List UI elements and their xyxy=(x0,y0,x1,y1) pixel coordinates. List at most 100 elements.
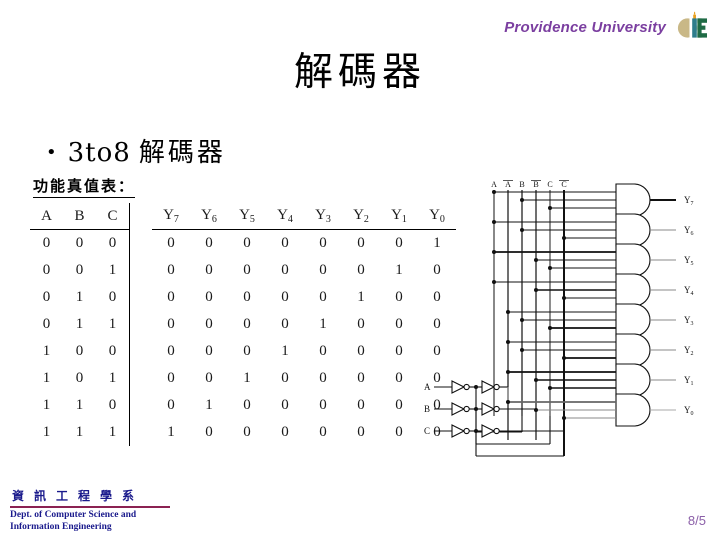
cell-output-y5-row0: 0 xyxy=(243,235,251,251)
table-header-y6: Y6 xyxy=(190,203,228,230)
university-name: Providence University xyxy=(504,18,666,36)
cell-gap xyxy=(130,284,153,311)
cell-output-y4-row0: 0 xyxy=(281,235,289,251)
cell-output-y7-row3: 0 xyxy=(167,316,175,332)
cell-output-y3-row4: 0 xyxy=(319,343,327,359)
cell-output-y5-row2: 0 xyxy=(243,289,251,305)
table-header-b: B xyxy=(63,203,96,230)
cell-output-y2-row7: 0 xyxy=(357,424,365,440)
cell-output-y7-row6: 0 xyxy=(167,397,175,413)
bullet-item: • 3to8 解碼器 xyxy=(46,132,226,169)
rail-label-c: C xyxy=(547,180,552,189)
cell-output-y1-row1: 1 xyxy=(395,262,403,278)
table-header-row: A B C Y7 Y6 Y5 Y4 Y3 Y2 Y1 Y0 xyxy=(30,203,456,230)
table-row: 11110000000 xyxy=(30,419,456,446)
table-row: 00000000001 xyxy=(30,229,456,258)
cell-output-y3-row1: 0 xyxy=(319,262,327,278)
cell-input-c-row7: 1 xyxy=(96,419,130,446)
cell-output-y2-row0: 0 xyxy=(357,235,365,251)
slide-header: Providence University xyxy=(504,10,712,44)
cell-input-c-row5: 1 xyxy=(96,365,130,392)
cell-output-y5-row7: 0 xyxy=(243,424,251,440)
circuit-output-y1: Y1 xyxy=(684,375,694,387)
cell-gap xyxy=(130,419,153,446)
cell-output-y2-row3: 0 xyxy=(357,316,365,332)
table-row: 10000010000 xyxy=(30,338,456,365)
providence-university-logo-icon xyxy=(672,10,712,44)
rail-label-b: B xyxy=(519,180,524,189)
cell-input-a-row2: 0 xyxy=(42,289,51,305)
cell-input-a-row7: 1 xyxy=(42,424,51,440)
cell-output-y4-row6: 0 xyxy=(281,397,289,413)
circuit-output-y5: Y5 xyxy=(684,255,694,267)
table-row: 01100001000 xyxy=(30,311,456,338)
cell-input-b-row6: 1 xyxy=(75,397,84,413)
cell-gap xyxy=(130,365,153,392)
cell-output-y7-row1: 0 xyxy=(167,262,175,278)
cell-gap xyxy=(130,257,153,284)
cell-output-y6-row1: 0 xyxy=(205,262,213,278)
table-row: 10100100000 xyxy=(30,365,456,392)
cell-input-b-row0: 0 xyxy=(75,235,84,251)
bullet-text-cjk: 解碼器 xyxy=(138,138,226,168)
bullet-text-latin: 3to8 xyxy=(67,138,131,168)
rail-label-a: A xyxy=(491,180,497,189)
cell-output-y1-row4: 0 xyxy=(395,343,403,359)
rail-label-c-bar: C xyxy=(561,180,566,189)
cell-output-y1-row3: 0 xyxy=(395,316,403,332)
cell-output-y1-row5: 0 xyxy=(395,370,403,386)
table-header-a: A xyxy=(30,203,63,230)
cell-output-y5-row3: 0 xyxy=(243,316,251,332)
table-header-y4: Y4 xyxy=(266,203,304,230)
table-header-y7: Y7 xyxy=(152,203,190,230)
cell-input-c-row1: 1 xyxy=(96,257,130,284)
cell-output-y4-row4: 1 xyxy=(281,343,289,359)
cell-input-a-row3: 0 xyxy=(42,316,51,332)
footer-dept-english: Dept. of Computer Science and Informatio… xyxy=(8,510,268,534)
cell-output-y3-row2: 0 xyxy=(319,289,327,305)
cell-output-y5-row4: 0 xyxy=(243,343,251,359)
cell-output-y1-row7: 0 xyxy=(395,424,403,440)
decoder-circuit-diagram: A A B B C C Y7 Y6 Y5 Y4 Y3 Y2 Y1 Y0 A B … xyxy=(420,178,720,463)
page-title: 解碼器 xyxy=(293,50,426,95)
table-header-y3: Y3 xyxy=(304,203,342,230)
cell-output-y2-row2: 1 xyxy=(357,289,365,305)
cell-input-b-row3: 1 xyxy=(75,316,84,332)
cell-input-c-row0: 0 xyxy=(96,229,130,257)
cell-gap xyxy=(130,338,153,365)
circuit-output-y3: Y3 xyxy=(684,315,694,327)
cell-input-c-row6: 0 xyxy=(96,392,130,419)
cell-output-y3-row3: 1 xyxy=(319,316,327,332)
cell-input-b-row2: 1 xyxy=(75,289,84,305)
cell-gap xyxy=(130,230,153,258)
footer-dept-line1: Dept. of Computer Science and xyxy=(10,510,137,521)
table-row: 11001000000 xyxy=(30,392,456,419)
circuit-input-c: C xyxy=(424,426,430,436)
truth-table-caption: 功能真值表： xyxy=(33,175,136,198)
table-header-c: C xyxy=(96,203,130,230)
cell-output-y3-row0: 0 xyxy=(319,235,327,251)
table-header-y2: Y2 xyxy=(342,203,380,230)
cell-output-y4-row1: 0 xyxy=(281,262,289,278)
rail-label-a-bar: A xyxy=(505,180,511,189)
circuit-input-b: B xyxy=(424,404,430,414)
cell-input-b-row1: 0 xyxy=(75,262,84,278)
circuit-output-y4: Y4 xyxy=(684,285,694,297)
cell-gap xyxy=(130,311,153,338)
circuit-input-a: A xyxy=(424,382,431,392)
cell-output-y4-row5: 0 xyxy=(281,370,289,386)
cell-output-y5-row6: 0 xyxy=(243,397,251,413)
footer-dept-cjk: 資訊工程學系 xyxy=(12,489,145,504)
slide-footer: 資訊工程學系 Dept. of Computer Science and Inf… xyxy=(8,487,268,534)
cell-output-y5-row1: 0 xyxy=(243,262,251,278)
cell-input-a-row4: 1 xyxy=(42,343,51,359)
cell-output-y4-row2: 0 xyxy=(281,289,289,305)
cell-output-y7-row5: 0 xyxy=(167,370,175,386)
cell-output-y5-row5: 1 xyxy=(243,370,251,386)
circuit-output-y0: Y0 xyxy=(684,405,694,417)
cell-output-y2-row6: 0 xyxy=(357,397,365,413)
table-header-y5: Y5 xyxy=(228,203,266,230)
cell-output-y2-row1: 0 xyxy=(357,262,365,278)
table-row: 01000000100 xyxy=(30,284,456,311)
cell-output-y6-row4: 0 xyxy=(205,343,213,359)
